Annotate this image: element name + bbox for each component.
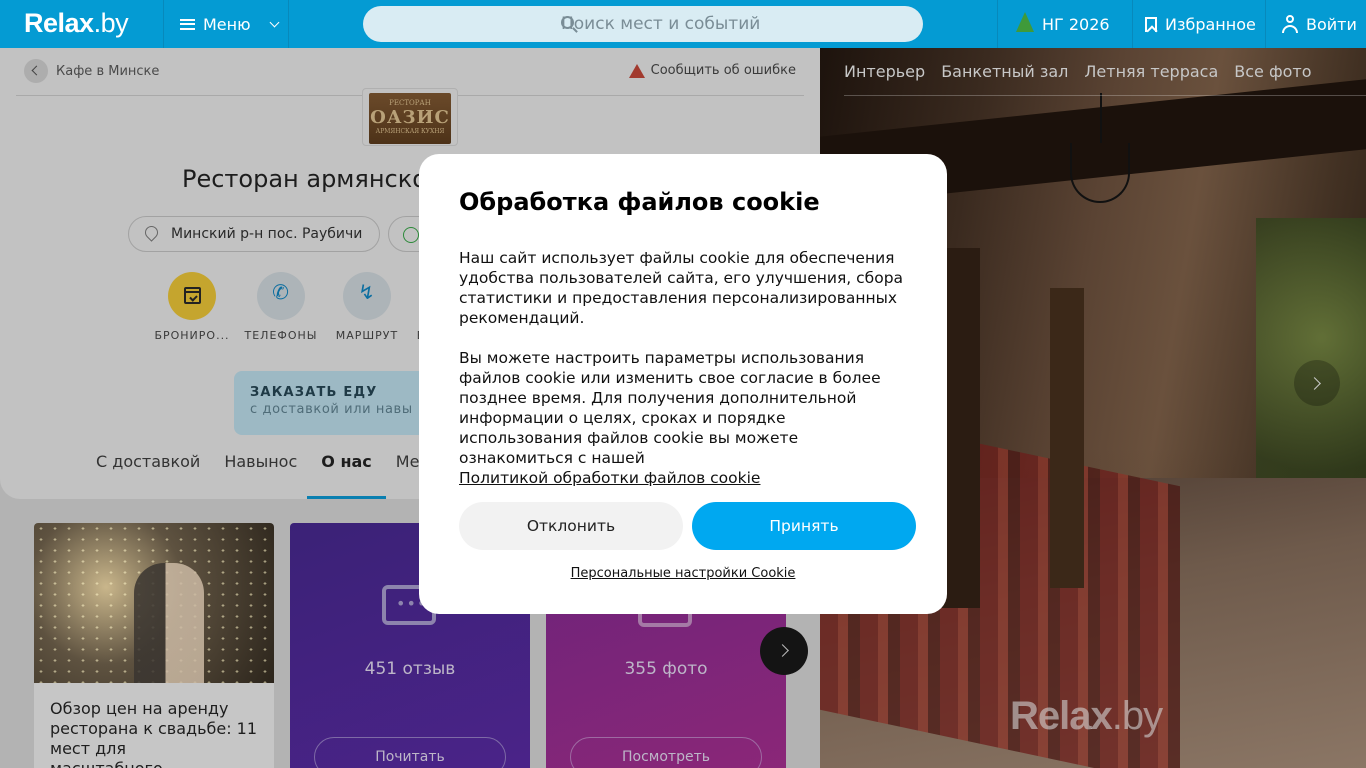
login-link[interactable]: Войти [1265, 0, 1366, 48]
venue-logo[interactable]: РЕСТОРАН ОАЗИС АРМЯНСКАЯ КУХНЯ [362, 88, 458, 146]
chandelier-icon [1070, 93, 1130, 203]
back-arrow-icon[interactable] [24, 59, 48, 83]
watermark-logo: Relax.by [1010, 694, 1163, 739]
photo-couple [134, 563, 204, 683]
photo-pillar [1050, 288, 1084, 588]
cookie-dialog: Обработка файлов cookie Наш сайт использ… [419, 154, 947, 614]
gallery-tabs: Интерьер Банкетный зал Летняя терраса Вс… [844, 62, 1312, 81]
cookie-policy-link[interactable]: Политикой обработки файлов cookie [459, 469, 760, 487]
breadcrumb-label[interactable]: Кафе в Минске [56, 64, 159, 79]
search-icon [561, 16, 574, 29]
breadcrumb[interactable]: Кафе в Минске [24, 59, 159, 83]
bookmark-icon [1145, 16, 1157, 32]
report-error-label: Сообщить об ошибке [650, 63, 796, 78]
view-photos-button[interactable]: Посмотреть [570, 737, 762, 768]
menu-label: Меню [203, 14, 251, 34]
article-card[interactable]: Обзор цен на аренду ресторана к свадьбе:… [34, 523, 274, 768]
user-icon [1282, 15, 1298, 33]
logo-line-2: ОАЗИС [370, 107, 450, 128]
cookie-settings-link[interactable]: Персональные настройки Cookie [419, 566, 947, 581]
booking-action[interactable]: БРОНИРО... [147, 272, 237, 342]
report-error-link[interactable]: Сообщить об ошибке [628, 63, 796, 78]
phone-icon: ✆ [272, 280, 289, 304]
map-pin-icon [142, 223, 161, 242]
hamburger-icon [180, 18, 195, 30]
cookie-paragraph-2-text: Вы можете настроить параметры использова… [459, 349, 881, 467]
gallery-tab-banquet[interactable]: Банкетный зал [941, 62, 1068, 81]
new-year-link[interactable]: НГ 2026 [997, 0, 1132, 48]
article-text: Обзор цен на аренду ресторана к свадьбе:… [50, 699, 258, 768]
gallery-tab-interior[interactable]: Интерьер [844, 62, 925, 81]
watermark-suffix: .by [1111, 694, 1163, 738]
warning-icon [628, 63, 645, 78]
tab-delivery[interactable]: С доставкой [96, 452, 200, 471]
chevron-down-icon [269, 17, 280, 27]
logo-line-3: АРМЯНСКАЯ КУХНЯ [375, 128, 445, 135]
reviews-count: 451 отзыв [364, 659, 456, 679]
cookie-buttons: Отклонить Принять [459, 502, 916, 550]
cookie-dialog-title: Обработка файлов cookie [459, 188, 820, 216]
search-input[interactable]: Поиск мест и событий [363, 6, 923, 42]
clock-icon [403, 227, 419, 243]
gallery-tab-terrace[interactable]: Летняя терраса [1084, 62, 1218, 81]
tab-takeaway[interactable]: Навынос [224, 452, 297, 471]
booking-circle [168, 272, 216, 320]
logo-line-1: РЕСТОРАН [389, 99, 431, 107]
cards-next-button[interactable] [760, 627, 808, 675]
route-icon: ↯ [358, 280, 375, 304]
address-label: Минский р-н пос. Раубичи [171, 226, 363, 242]
menu-button[interactable]: Меню [163, 0, 289, 48]
site-logo[interactable]: Relax.by [24, 8, 129, 39]
top-header: Relax.by Меню Поиск мест и событий НГ 20… [0, 0, 1366, 48]
gallery-tab-all[interactable]: Все фото [1234, 62, 1311, 81]
decline-button[interactable]: Отклонить [459, 502, 683, 550]
booking-label: БРОНИРО... [154, 329, 230, 342]
phones-label: ТЕЛЕФОНЫ [244, 329, 318, 342]
watermark-text: Relax [1010, 694, 1113, 738]
venue-tabs: С доставкой Навынос О нас Мен [96, 452, 430, 499]
read-reviews-button[interactable]: Почитать [314, 737, 506, 768]
login-label: Войти [1306, 14, 1357, 34]
order-food-title: ЗАКАЗАТЬ ЕДУ [250, 385, 378, 400]
christmas-tree-icon [1016, 12, 1034, 32]
wedding-photo [34, 523, 274, 683]
favorites-link[interactable]: Избранное [1132, 0, 1265, 48]
order-food-banner[interactable]: ЗАКАЗАТЬ ЕДУ с доставкой или навы [234, 371, 434, 435]
accept-button[interactable]: Принять [692, 502, 916, 550]
search-placeholder: Поиск мест и событий [561, 14, 761, 34]
order-food-subtitle: с доставкой или навы [250, 402, 413, 417]
photos-count: 355 фото [624, 659, 708, 679]
logo-suffix: .by [93, 8, 129, 38]
gallery-divider [844, 95, 1366, 96]
venue-title: Ресторан армянско [182, 165, 427, 193]
address-chip[interactable]: Минский р-н пос. Раубичи [128, 216, 380, 252]
calendar-icon [184, 287, 201, 304]
logo-text: Relax [24, 8, 94, 38]
gallery-next-button[interactable] [1294, 360, 1340, 406]
phones-circle: ✆ [257, 272, 305, 320]
venue-logo-image: РЕСТОРАН ОАЗИС АРМЯНСКАЯ КУХНЯ [369, 93, 451, 144]
cookie-paragraph-1: Наш сайт использует файлы cookie для обе… [459, 249, 904, 327]
new-year-label: НГ 2026 [1042, 14, 1110, 34]
cookie-paragraph-2: Вы можете настроить параметры использова… [459, 348, 907, 488]
tab-about[interactable]: О нас [307, 452, 386, 499]
phones-action[interactable]: ✆ ТЕЛЕФОНЫ [236, 272, 326, 342]
favorites-label: Избранное [1165, 14, 1256, 34]
